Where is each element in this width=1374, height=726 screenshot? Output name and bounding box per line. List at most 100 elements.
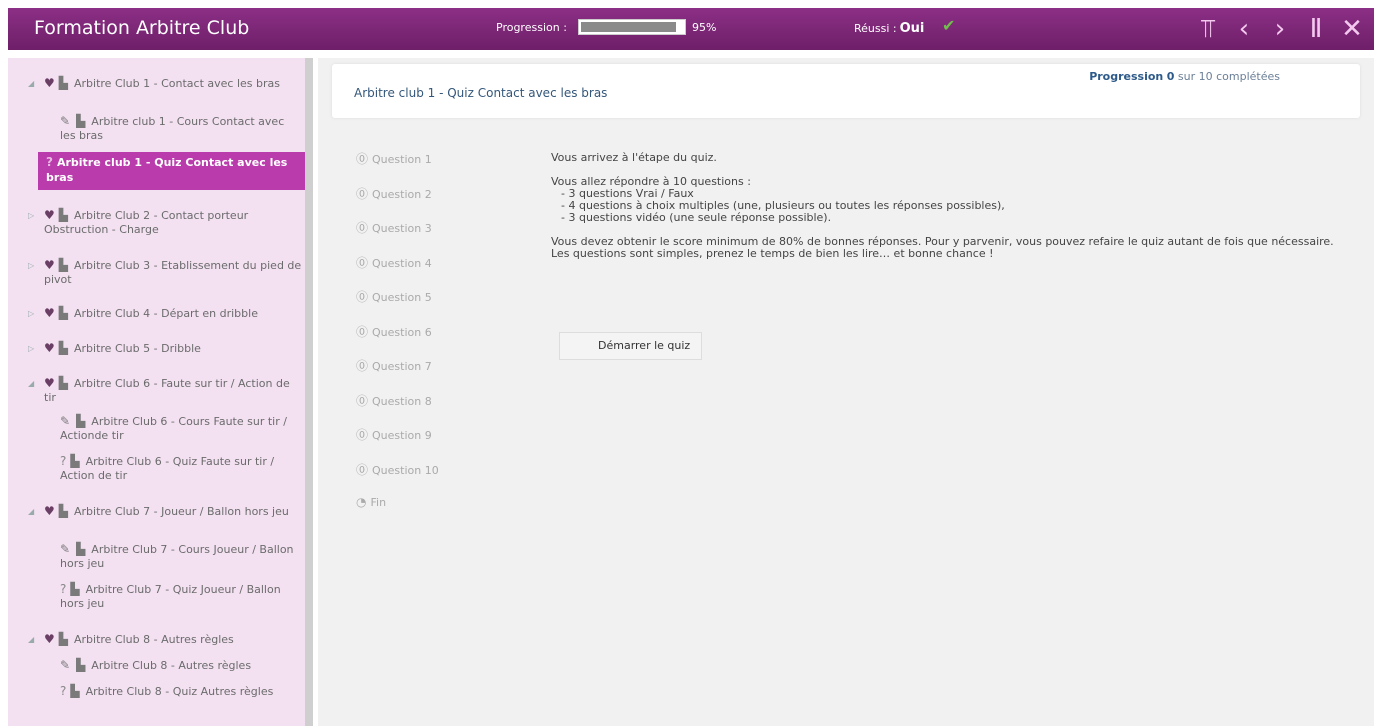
sidebar-item-club8[interactable]: ◢ ♥ ▙ Arbitre Club 8 - Autres règles — [28, 632, 302, 647]
question-icon: ⓪ — [356, 428, 369, 442]
sidebar-item-label: Arbitre Club 6 - Faute sur tir / Action … — [44, 377, 290, 404]
question-item[interactable]: ⓪ Question 10 — [356, 461, 439, 496]
collapse-icon[interactable]: ◢ — [28, 633, 34, 647]
pause-icon[interactable]: Ⅱ — [1298, 12, 1334, 46]
top-bar: Formation Arbitre Club Progression : 95%… — [8, 8, 1374, 50]
question-item[interactable]: ⓪ Question 4 — [356, 254, 439, 289]
question-item[interactable]: ⓪ Question 5 — [356, 288, 439, 323]
document-icon: ▙ — [76, 658, 86, 672]
collapse-icon[interactable]: ◢ — [28, 77, 34, 91]
question-item[interactable]: ⓪ Question 3 — [356, 219, 439, 254]
sidebar-item-club6[interactable]: ◢ ♥ ▙ Arbitre Club 6 - Faute sur tir / Acti… — [28, 376, 302, 405]
collapse-icon[interactable]: ◢ — [28, 377, 34, 391]
completion-suffix: sur 10 complétées — [1177, 70, 1280, 83]
question-icon: ⓪ — [356, 393, 369, 408]
navigation-controls: ⫪ ‹ › Ⅱ ✕ — [1190, 12, 1370, 46]
expand-icon[interactable]: ▷ — [28, 307, 34, 321]
sidebar-item-club1-course[interactable]: ✎ ▙ Arbitre club 1 - Cours Contact avec le… — [60, 114, 302, 143]
sidebar-item-club3[interactable]: ▷ ♥ ▙ Arbitre Club 3 - Etablissement du pie… — [28, 258, 302, 287]
finish-icon: ◔ — [356, 495, 367, 509]
map-pin-icon: ♥ — [44, 376, 55, 390]
question-icon: ? — [60, 454, 67, 468]
question-icon: ? — [46, 155, 53, 169]
question-icon: ⓪ — [356, 359, 369, 373]
question-icon: ⓪ — [356, 221, 369, 235]
expand-icon[interactable]: ▷ — [28, 259, 34, 273]
completion-count: 0 — [1166, 70, 1175, 83]
sidebar-item-label: Arbitre Club 8 - Autres règles — [74, 633, 234, 646]
question-item[interactable]: ⓪ Question 9 — [356, 426, 439, 461]
map-pin-icon: ♥ — [44, 258, 55, 272]
map-pin-icon: ♥ — [44, 504, 55, 518]
question-icon: ⓪ — [356, 255, 369, 270]
check-icon: ✔ — [942, 16, 956, 35]
sidebar-item-label: Arbitre Club 2 - Contact porteur Obstruc… — [44, 209, 249, 236]
map-pin-icon: ♥ — [44, 76, 55, 90]
question-list: ⓪ Question 1 ⓪ Question 2 ⓪ Question 3 ⓪ Que… — [356, 150, 439, 530]
progress-fill — [581, 22, 676, 32]
document-icon: ▙ — [76, 414, 86, 428]
sidebar-item-label: Arbitre club 1 - Cours Contact avec les … — [60, 115, 285, 142]
document-icon: ▙ — [58, 341, 68, 355]
document-icon: ▙ — [58, 258, 68, 272]
sidebar-item-club5[interactable]: ▷ ♥ ▙ Arbitre Club 5 - Dribble — [28, 341, 302, 356]
sidebar-item-club8-course[interactable]: ✎ ▙ Arbitre Club 8 - Autres règles — [60, 658, 302, 673]
sidebar-item-club1[interactable]: ◢ ♥ ▙ Arbitre Club 1 - Contact avec les bra… — [28, 76, 302, 91]
sidebar-item-club7-quiz[interactable]: ? ▙ Arbitre Club 7 - Quiz Joueur / Ballon … — [60, 582, 302, 611]
previous-icon[interactable]: ‹ — [1226, 12, 1262, 46]
sidebar-item-club1-quiz[interactable]: ? Arbitre club 1 - Quiz Contact avec les … — [38, 152, 305, 190]
map-pin-icon: ♥ — [44, 208, 55, 222]
course-tree: ◢ ♥ ▙ Arbitre Club 1 - Contact avec les bra… — [8, 58, 313, 726]
map-pin-icon: ♥ — [44, 306, 55, 320]
question-icon: ⓪ — [356, 290, 369, 304]
sidebar-item-label: Arbitre Club 8 - Autres règles — [91, 659, 252, 672]
question-icon: ? — [60, 582, 67, 596]
next-icon[interactable]: › — [1262, 12, 1298, 46]
sitemap-icon[interactable]: ⫪ — [1190, 12, 1226, 46]
sidebar-item-label: Arbitre Club 6 - Cours Faute sur tir / A… — [60, 415, 287, 442]
sidebar-item-club8-quiz[interactable]: ? ▙ Arbitre Club 8 - Quiz Autres règles — [60, 684, 302, 699]
question-icon: ? — [60, 684, 67, 698]
map-pin-icon: ♥ — [44, 632, 55, 646]
collapse-icon[interactable]: ◢ — [28, 505, 34, 519]
sidebar-item-label: Arbitre Club 6 - Quiz Faute sur tir / Ac… — [60, 455, 275, 482]
document-icon: ▙ — [70, 454, 80, 468]
pencil-icon: ✎ — [60, 114, 71, 128]
sidebar-item-club7[interactable]: ◢ ♥ ▙ Arbitre Club 7 - Joueur / Ballon hors… — [28, 504, 302, 519]
question-item[interactable]: ⓪ Question 8 — [356, 392, 439, 427]
document-icon: ▙ — [70, 582, 80, 596]
question-item[interactable]: ⓪ Question 1 — [356, 150, 439, 185]
sidebar-item-label: Arbitre Club 7 - Joueur / Ballon hors je… — [74, 505, 289, 518]
document-icon: ▙ — [58, 504, 68, 518]
question-item[interactable]: ⓪ Question 2 — [356, 185, 439, 220]
quiz-header: Arbitre club 1 - Quiz Contact avec les b… — [332, 64, 1360, 118]
document-icon: ▙ — [58, 76, 68, 90]
question-item[interactable]: ⓪ Question 7 — [356, 357, 439, 392]
document-icon: ▙ — [76, 542, 86, 556]
success-value: Oui — [899, 21, 925, 36]
sidebar-item-club2[interactable]: ▷ ♥ ▙ Arbitre Club 2 - Contact porteur Obst… — [28, 208, 302, 237]
expand-icon[interactable]: ▷ — [28, 209, 34, 223]
completion-status: Progression 0 sur 10 complétées — [1089, 70, 1280, 83]
finish-item[interactable]: ◔ Fin — [356, 495, 439, 530]
close-icon[interactable]: ✕ — [1334, 12, 1370, 46]
sidebar-item-club4[interactable]: ▷ ♥ ▙ Arbitre Club 4 - Départ en dribble — [28, 306, 302, 321]
question-item[interactable]: ⓪ Question 6 — [356, 323, 439, 358]
sidebar-item-label: Arbitre Club 4 - Départ en dribble — [74, 307, 258, 320]
pencil-icon: ✎ — [60, 658, 71, 672]
question-icon: ⓪ — [356, 152, 369, 166]
document-icon: ▙ — [58, 208, 68, 222]
sidebar-item-label: Arbitre Club 1 - Contact avec les bras — [74, 77, 280, 90]
intro-line: Vous arrivez à l'étape du quiz. — [551, 151, 717, 164]
question-icon: ⓪ — [356, 324, 369, 339]
sidebar-item-club7-course[interactable]: ✎ ▙ Arbitre Club 7 - Cours Joueur / Ballon… — [60, 542, 302, 571]
start-quiz-button[interactable]: Démarrer le quiz — [559, 332, 702, 360]
app-title: Formation Arbitre Club — [34, 17, 250, 39]
progress-value: 95% — [692, 21, 717, 34]
sidebar-item-club6-quiz[interactable]: ? ▙ Arbitre Club 6 - Quiz Faute sur tir / … — [60, 454, 302, 483]
sidebar-item-label: Arbitre Club 7 - Quiz Joueur / Ballon ho… — [60, 583, 281, 610]
completion-prefix: Progression — [1089, 70, 1164, 83]
expand-icon[interactable]: ▷ — [28, 342, 34, 356]
sidebar-item-label: Arbitre Club 7 - Cours Joueur / Ballon h… — [60, 543, 294, 570]
sidebar-item-club6-course[interactable]: ✎ ▙ Arbitre Club 6 - Cours Faute sur tir /… — [60, 414, 302, 443]
